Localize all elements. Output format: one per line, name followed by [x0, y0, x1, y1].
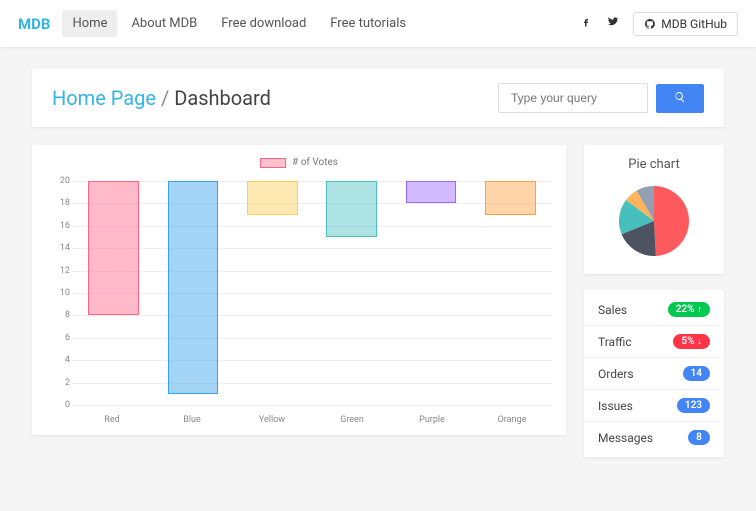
stat-row[interactable]: Issues 123	[584, 390, 724, 422]
nav-right: MDB GitHub	[580, 12, 738, 36]
status-badge: 22%↑	[668, 302, 710, 317]
stat-label: Messages	[598, 431, 653, 445]
content-row: # of Votes 0 2 4 6 8 10 12 14 16 18 20 RedBlueYell…	[32, 145, 724, 457]
arrow-down-icon: ↓	[698, 336, 703, 347]
status-badge: 14	[683, 366, 710, 381]
y-tick: 16	[60, 221, 70, 231]
breadcrumb: Home Page / Dashboard	[52, 86, 271, 110]
x-label: Blue	[152, 415, 232, 425]
navbar: MDB Home About MDB Free download Free tu…	[0, 0, 756, 47]
x-label: Yellow	[232, 415, 312, 425]
bar-column	[153, 181, 232, 405]
pie-chart-card: Pie chart	[584, 145, 724, 274]
bar	[326, 181, 377, 237]
status-badge: 5%↓	[673, 334, 710, 349]
bar	[168, 181, 219, 394]
bar-column	[312, 181, 391, 405]
y-tick: 4	[65, 355, 70, 365]
github-icon	[644, 18, 656, 30]
stat-label: Orders	[598, 367, 634, 381]
y-tick: 8	[65, 310, 70, 320]
legend-swatch	[260, 158, 286, 168]
bar	[247, 181, 298, 215]
nav-home[interactable]: Home	[62, 10, 117, 37]
x-label: Orange	[472, 415, 552, 425]
twitter-icon[interactable]	[606, 15, 619, 32]
side-column: Pie chart Sales 22%↑ Traffic 5%↓ Orders 14 Iss…	[584, 145, 724, 457]
stats-card: Sales 22%↑ Traffic 5%↓ Orders 14 Issues 123 Mess…	[584, 290, 724, 457]
stat-label: Traffic	[598, 335, 632, 349]
chart-area	[72, 181, 552, 405]
breadcrumb-sep: /	[156, 86, 174, 110]
x-label: Red	[72, 415, 152, 425]
bar-column	[74, 181, 153, 405]
status-badge: 8	[688, 430, 710, 445]
bar-chart-legend: # of Votes	[260, 157, 338, 168]
pie-title: Pie chart	[592, 157, 716, 172]
stat-row[interactable]: Sales 22%↑	[584, 294, 724, 326]
x-label: Purple	[392, 415, 472, 425]
github-label: MDB GitHub	[661, 17, 727, 31]
y-tick: 20	[60, 176, 70, 186]
nav-download[interactable]: Free download	[211, 10, 316, 37]
nav-about[interactable]: About MDB	[121, 10, 207, 37]
x-label: Green	[312, 415, 392, 425]
nav-tutorials[interactable]: Free tutorials	[320, 10, 416, 37]
y-axis: 02468101214161820	[54, 181, 70, 405]
bar-chart-card: # of Votes 0 2 4 6 8 10 12 14 16 18 20 RedBlueYell…	[32, 145, 566, 435]
nav-left: MDB Home About MDB Free download Free tu…	[18, 10, 416, 37]
y-tick: 2	[65, 378, 70, 388]
y-tick: 10	[60, 288, 70, 298]
search-icon	[674, 91, 686, 103]
y-tick: 0	[65, 400, 70, 410]
bar	[406, 181, 457, 203]
pie-chart	[619, 186, 689, 256]
header-card: Home Page / Dashboard	[32, 69, 724, 127]
x-axis: RedBlueYellowGreenPurpleOrange	[72, 415, 552, 425]
arrow-up-icon: ↑	[698, 304, 703, 315]
stat-label: Sales	[598, 303, 627, 317]
bar-column	[391, 181, 470, 405]
container: Home Page / Dashboard # of Votes 0 2 4 6 8 10…	[0, 47, 756, 479]
stat-row[interactable]: Traffic 5%↓	[584, 326, 724, 358]
y-tick: 14	[60, 243, 70, 253]
search-button[interactable]	[656, 84, 704, 113]
chart-bars	[72, 181, 552, 405]
bar	[88, 181, 139, 315]
legend-label: # of Votes	[292, 157, 338, 168]
facebook-icon[interactable]	[580, 16, 592, 32]
search-wrap	[498, 83, 704, 113]
bar	[485, 181, 536, 215]
y-tick: 18	[60, 198, 70, 208]
search-input[interactable]	[498, 83, 648, 113]
stat-row[interactable]: Messages 8	[584, 422, 724, 453]
y-tick: 12	[60, 266, 70, 276]
breadcrumb-current: Dashboard	[174, 86, 271, 110]
breadcrumb-link[interactable]: Home Page	[52, 86, 156, 110]
logo[interactable]: MDB	[18, 15, 50, 33]
status-badge: 123	[677, 398, 710, 413]
stat-row[interactable]: Orders 14	[584, 358, 724, 390]
github-button[interactable]: MDB GitHub	[633, 12, 738, 36]
y-tick: 6	[65, 333, 70, 343]
bar-column	[233, 181, 312, 405]
pie-slice	[654, 186, 689, 256]
stat-label: Issues	[598, 399, 633, 413]
bar-column	[471, 181, 550, 405]
